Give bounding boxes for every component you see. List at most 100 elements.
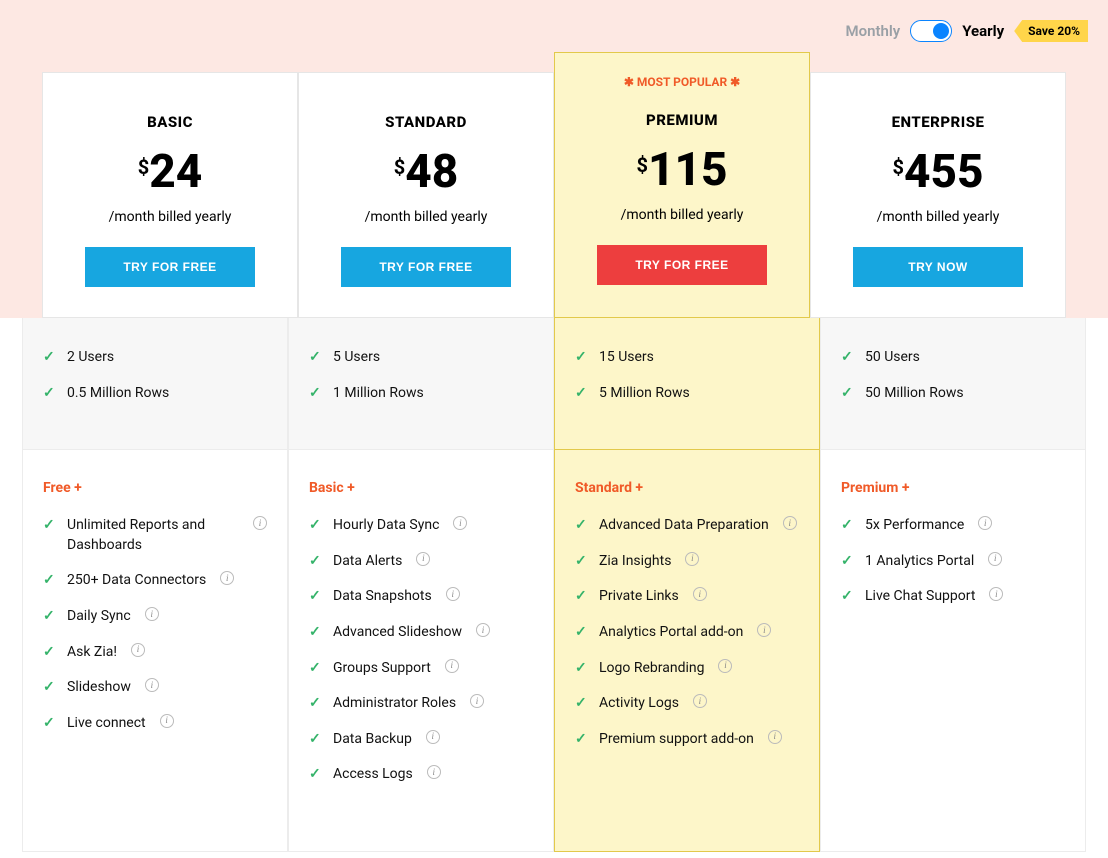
currency-symbol: $ (892, 155, 903, 179)
check-icon: ✓ (575, 516, 589, 536)
info-icon[interactable]: i (989, 587, 1003, 601)
limit-label: 1 Million Rows (333, 384, 424, 404)
feature-item: ✓Groups Support i (309, 659, 533, 679)
info-icon[interactable]: i (476, 623, 490, 637)
price: $ 115 (570, 147, 794, 193)
info-icon[interactable]: i (416, 552, 430, 566)
info-icon[interactable]: i (131, 643, 145, 657)
feature-label: Data Alerts (333, 552, 402, 572)
limit-label: 15 Users (599, 348, 654, 368)
features-cell-enterprise: Premium +✓5x Performance i✓1 Analytics P… (820, 450, 1086, 852)
price: $ 24 (58, 149, 282, 195)
info-icon[interactable]: i (685, 552, 699, 566)
price-amount: 455 (904, 149, 984, 195)
limit-item: ✓ 5 Users (309, 348, 533, 368)
feature-label: Advanced Slideshow (333, 623, 462, 643)
info-icon[interactable]: i (253, 516, 267, 530)
info-icon[interactable]: i (978, 516, 992, 530)
info-icon[interactable]: i (145, 678, 159, 692)
info-icon[interactable]: i (757, 623, 771, 637)
plan-card-standard: STANDARD $ 48 /month billed yearly TRY F… (298, 72, 554, 318)
billing-note: /month billed yearly (314, 209, 538, 225)
info-icon[interactable]: i (220, 571, 234, 585)
info-icon[interactable]: i (988, 552, 1002, 566)
limits-cell-basic: ✓2 Users✓0.5 Million Rows (22, 318, 288, 450)
info-icon[interactable]: i (693, 694, 707, 708)
check-icon: ✓ (841, 552, 855, 572)
feature-item: ✓Unlimited Reports and Dashboards i (43, 516, 267, 555)
check-icon: ✓ (309, 659, 323, 679)
currency-symbol: $ (394, 155, 405, 179)
info-icon[interactable]: i (470, 694, 484, 708)
cta-basic[interactable]: TRY FOR FREE (85, 247, 255, 287)
limit-item: ✓ 15 Users (575, 348, 799, 368)
check-icon: ✓ (575, 348, 589, 368)
info-icon[interactable]: i (718, 659, 732, 673)
check-icon: ✓ (43, 678, 57, 698)
info-icon[interactable]: i (427, 765, 441, 779)
limit-item: ✓1 Million Rows (309, 384, 533, 404)
feature-item: ✓ Private Links i (575, 587, 799, 607)
feature-item: ✓Ask Zia! i (43, 643, 267, 663)
feature-label: Advanced Data Preparation (599, 516, 769, 536)
feature-label: Ask Zia! (67, 643, 117, 663)
feature-label: Private Links (599, 587, 679, 607)
cta-enterprise[interactable]: TRY NOW (853, 247, 1023, 287)
feature-item: ✓ 1 Analytics Portal i (841, 552, 1065, 572)
price-amount: 24 (149, 149, 202, 195)
feature-item: ✓Access Logs i (309, 765, 533, 785)
inherits-label: Basic + (309, 480, 533, 496)
inherits-label: Premium + (841, 480, 1065, 496)
plan-name: BASIC (58, 113, 282, 131)
info-icon[interactable]: i (145, 607, 159, 621)
feature-label: Zia Insights (599, 552, 671, 572)
info-icon[interactable]: i (768, 730, 782, 744)
info-icon[interactable]: i (453, 516, 467, 530)
plan-name: ENTERPRISE (826, 113, 1050, 131)
check-icon: ✓ (575, 552, 589, 572)
feature-item: ✓5x Performance i (841, 516, 1065, 536)
billing-toggle-switch[interactable] (910, 20, 952, 42)
info-icon[interactable]: i (445, 659, 459, 673)
cta-standard[interactable]: TRY FOR FREE (341, 247, 511, 287)
currency-symbol: $ (636, 153, 647, 177)
feature-label: 1 Analytics Portal (865, 552, 974, 572)
info-icon[interactable]: i (783, 516, 797, 530)
info-icon[interactable]: i (426, 730, 440, 744)
info-icon[interactable]: i (446, 587, 460, 601)
feature-label: Data Backup (333, 730, 412, 750)
feature-label: Live Chat Support (865, 587, 975, 607)
feature-item: ✓Advanced Slideshow i (309, 623, 533, 643)
billing-yearly-label[interactable]: Yearly (962, 22, 1004, 40)
info-icon[interactable]: i (160, 714, 174, 728)
feature-item: ✓Analytics Portal add-on i (575, 623, 799, 643)
info-icon[interactable]: i (693, 587, 707, 601)
limit-item: ✓0.5 Million Rows (43, 384, 267, 404)
features-cell-basic: Free + ✓Unlimited Reports and Dashboards … (22, 450, 288, 852)
check-icon: ✓ (309, 730, 323, 750)
price: $ 48 (314, 149, 538, 195)
feature-item: ✓Data Snapshots i (309, 587, 533, 607)
check-icon: ✓ (309, 348, 323, 368)
limit-label: 5 Users (333, 348, 380, 368)
limit-label: 50 Million Rows (865, 384, 964, 404)
billing-note: /month billed yearly (58, 209, 282, 225)
limit-label: 50 Users (865, 348, 920, 368)
feature-label: Unlimited Reports and Dashboards (67, 516, 239, 555)
cta-premium[interactable]: TRY FOR FREE (597, 245, 767, 285)
check-icon: ✓ (575, 587, 589, 607)
plan-name: STANDARD (314, 113, 538, 131)
check-icon: ✓ (309, 516, 323, 536)
inherits-label: Free + (43, 480, 267, 496)
most-popular-badge: ✱ MOST POPULAR ✱ (570, 75, 794, 89)
billing-monthly-label[interactable]: Monthly (845, 22, 900, 40)
check-icon: ✓ (309, 694, 323, 714)
limits-cell-enterprise: ✓ 50 Users ✓ 50 Million Rows (820, 318, 1086, 450)
check-icon: ✓ (575, 659, 589, 679)
limit-item: ✓ 50 Million Rows (841, 384, 1065, 404)
billing-note: /month billed yearly (570, 207, 794, 223)
check-icon: ✓ (841, 384, 855, 404)
feature-item: ✓ Data Backup i (309, 730, 533, 750)
check-icon: ✓ (841, 516, 855, 536)
feature-label: Slideshow (67, 678, 131, 698)
